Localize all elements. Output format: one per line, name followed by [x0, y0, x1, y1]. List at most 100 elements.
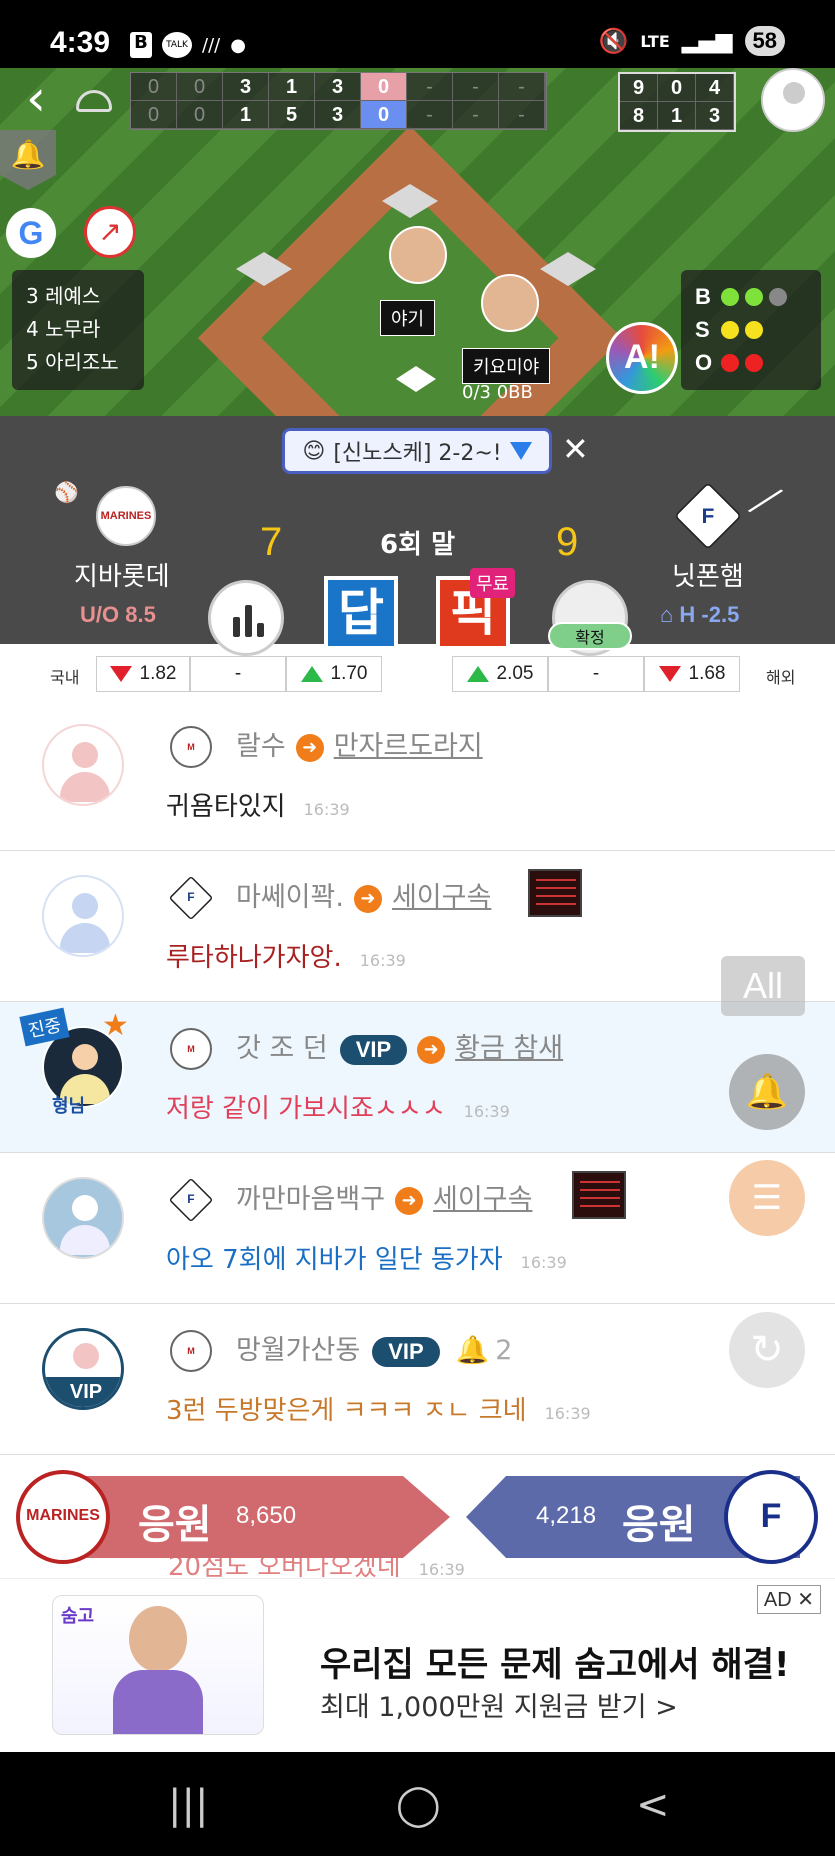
inning-score-cell: 3	[223, 73, 269, 101]
reply-arrow-icon: ➜	[353, 884, 382, 913]
inning-score-cell: 0	[131, 73, 177, 101]
lineup-item: 4 노무라	[26, 317, 101, 341]
rhe-cell: 9	[620, 74, 658, 102]
marines-logo-icon: M	[170, 1028, 212, 1070]
inning-label: 6회 말	[380, 530, 455, 560]
back-icon[interactable]: <	[636, 1782, 670, 1828]
rhe-cell: 0	[658, 74, 696, 102]
chat-username[interactable]: 망월가산동 VIP 🔔 2	[236, 1328, 512, 1367]
batter-stat: 0/3 0BB	[462, 382, 533, 403]
user-avatar[interactable]	[42, 875, 124, 957]
odds-overseas-draw[interactable]: -	[548, 656, 644, 692]
trend-icon[interactable]: ↗	[84, 206, 136, 258]
scoreboard-spacer	[545, 101, 546, 129]
batter-tag: 키요미야	[462, 348, 551, 384]
odds-overseas-home[interactable]: 1.68	[644, 656, 740, 692]
lineup-box: 3 레예스 4 노무라 5 아리조노	[12, 270, 144, 390]
all-filter-button[interactable]: All	[721, 956, 805, 1016]
b-app-icon: B	[130, 32, 152, 58]
answer-button[interactable]: 답	[324, 576, 398, 646]
ad-image[interactable]: 숨고	[52, 1595, 264, 1735]
marines-logo-icon: M	[170, 726, 212, 768]
away-team-name[interactable]: 지바롯데	[74, 556, 170, 593]
away-team-logo[interactable]: MARINES	[96, 486, 156, 546]
chat-username[interactable]: 랄수 ➜ 만자르도라지	[236, 724, 483, 763]
thumbnail-image[interactable]	[572, 1171, 626, 1219]
home-icon[interactable]: ◯	[396, 1782, 441, 1828]
rhe-cell: 3	[696, 102, 734, 130]
home-team-name[interactable]: 닛폰햄	[672, 556, 744, 593]
like-bell-icon: 🔔	[455, 1335, 490, 1366]
vip-avatar[interactable]: VIP	[42, 1328, 124, 1410]
chat-message[interactable]: M 랄수 ➜ 만자르도라지 귀욤타있지 16:39	[0, 700, 835, 851]
home-odds-label: ⌂ H -2.5	[660, 602, 740, 627]
home-cheer-logo[interactable]: F	[724, 1470, 818, 1564]
battery-indicator: 58	[744, 26, 785, 56]
dot-icon: ●	[230, 34, 246, 56]
thumbnail-image[interactable]	[528, 869, 582, 917]
bat-icon: ╱	[748, 481, 782, 522]
chat-username[interactable]: 까만마음백구 ➜ 세이구속	[236, 1177, 532, 1216]
back-arrow-icon[interactable]: ‹	[26, 73, 66, 126]
inning-score-cell: 0	[361, 101, 407, 129]
bell-fab-icon[interactable]: 🔔	[729, 1054, 805, 1130]
chat-text: 루타하나가자앙. 16:39	[166, 943, 406, 973]
cheer-away-button[interactable]: 응원 8,650	[58, 1476, 450, 1558]
chat-text: 귀욤타있지 16:39	[166, 792, 350, 822]
odds-domestic-draw[interactable]: -	[190, 656, 286, 692]
mute-icon: 🔇	[598, 27, 629, 55]
refresh-icon[interactable]: ↻	[729, 1312, 805, 1388]
ad-close-button[interactable]: AD ✕	[756, 1585, 821, 1614]
inning-score-cell: -	[407, 73, 453, 101]
ad-title[interactable]: 우리집 모든 문제 숨고에서 해결!	[320, 1637, 790, 1686]
chat-text: 3런 두방맞은게 ㅋㅋㅋ ㅈㄴ 크네 16:39	[166, 1396, 591, 1426]
marines-logo-icon: M	[170, 1330, 212, 1372]
list-icon[interactable]: ☰	[729, 1160, 805, 1236]
odds-domestic-away[interactable]: 1.82	[96, 656, 190, 692]
chat-message[interactable]: F 마쎄이꽉. ➜ 세이구속 루타하나가자앙. 16:39	[0, 851, 835, 1002]
lineup-item: 5 아리조노	[26, 350, 119, 374]
odds-domestic-home[interactable]: 1.70	[286, 656, 382, 692]
stats-button[interactable]	[208, 580, 284, 656]
odds-overseas-away[interactable]: 2.05	[452, 656, 548, 692]
nickname-badge: 형님	[52, 1096, 86, 1117]
ad-subtitle[interactable]: 최대 1,000만원 지원금 받기 >	[320, 1685, 678, 1724]
confirmed-badge: 확정	[548, 622, 632, 650]
signal-icon: ▂▄▆	[681, 28, 733, 54]
recent-apps-icon[interactable]: |||	[168, 1782, 208, 1828]
inning-score-cell: 3	[315, 101, 361, 129]
away-cheer-logo[interactable]: MARINES	[16, 1470, 110, 1564]
rhe-cell: 8	[620, 102, 658, 130]
ad-banner[interactable]: AD ✕ 숨고 우리집 모든 문제 숨고에서 해결! 최대 1,000만원 지원…	[0, 1578, 835, 1752]
ad-brand: 숨고	[61, 1606, 95, 1627]
fielder-tag: 야기	[380, 300, 436, 336]
profile-avatar[interactable]	[761, 68, 825, 132]
a-icon[interactable]: A!	[606, 322, 678, 394]
google-icon[interactable]: G	[6, 208, 56, 258]
chat-list: M 랄수 ➜ 만자르도라지 귀욤타있지 16:39 F 마쎄이꽉. ➜ 세이구속 루타하나…	[0, 700, 835, 1455]
fighters-logo-icon: F	[168, 875, 214, 921]
reply-arrow-icon: ➜	[395, 1186, 424, 1215]
inning-score-cell: 0	[177, 73, 223, 101]
notice-banner[interactable]: 😊 [신노스케] 2-2~!	[282, 428, 552, 474]
like-count: 2	[495, 1335, 513, 1366]
rhe-scoreboard: 904 813	[618, 72, 736, 132]
chat-message[interactable]: F 까만마음백구 ➜ 세이구속 아오 7회에 지바가 일단 동가자 16:39	[0, 1153, 835, 1304]
inning-score-cell: 0	[131, 101, 177, 129]
user-avatar[interactable]	[42, 724, 124, 806]
chat-username[interactable]: 마쎄이꽉. ➜ 세이구속	[236, 875, 491, 914]
cheer-bar: 응원 8,650 4,218 응원 MARINES F	[0, 1466, 835, 1570]
baseball-icon: ⚾	[54, 480, 79, 504]
system-nav-bar: ||| ◯ <	[0, 1752, 835, 1856]
clock: 4:39	[50, 26, 111, 59]
home-team-logo[interactable]: F	[674, 482, 742, 550]
user-avatar[interactable]	[42, 1177, 124, 1259]
chat-message[interactable]: VIP M 망월가산동 VIP 🔔 2 3런 두방맞은게 ㅋㅋㅋ ㅈㄴ 크네 16:39	[0, 1304, 835, 1455]
bso-counter: B S O	[681, 270, 821, 390]
scoreboard-spacer	[545, 73, 546, 101]
inning-score-cell: -	[499, 101, 545, 129]
close-icon[interactable]: ✕	[562, 430, 589, 468]
chat-username[interactable]: 갓 조 던 VIP ➜ 황금 참새	[236, 1026, 563, 1065]
home-score: 9	[556, 520, 579, 564]
slash-icon: ///	[202, 34, 221, 56]
